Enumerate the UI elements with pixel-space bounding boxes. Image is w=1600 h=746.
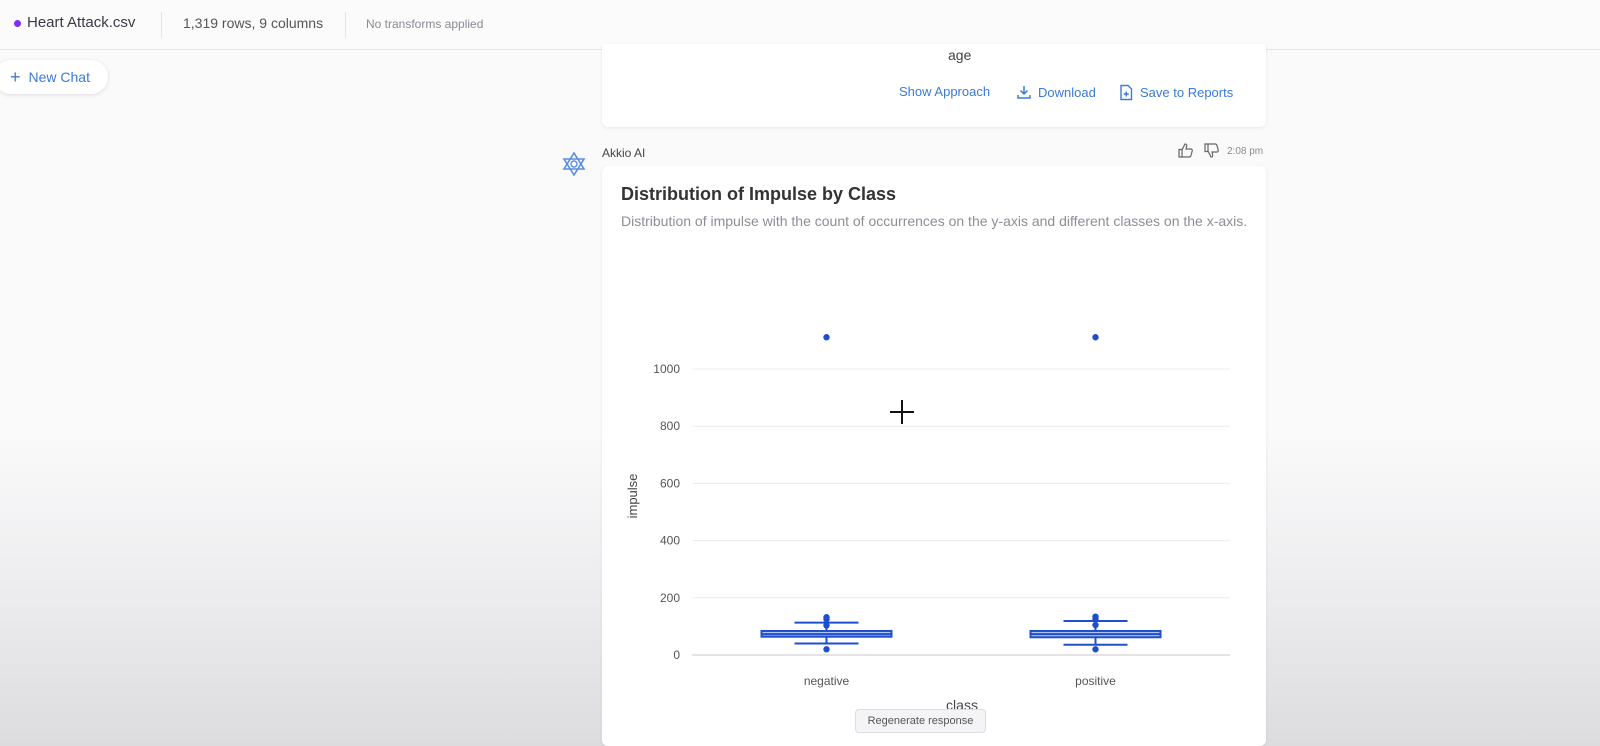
outlier-point xyxy=(1092,621,1099,629)
rows-columns-info: 1,319 rows, 9 columns xyxy=(183,15,324,31)
y-tick-label: 1000 xyxy=(653,362,680,376)
y-tick-label: 200 xyxy=(660,591,680,605)
x-tick-label: negative xyxy=(804,674,850,688)
thumbs-up-icon[interactable] xyxy=(1177,142,1194,159)
chart-gridlines xyxy=(692,368,1230,656)
box-negative xyxy=(760,334,893,653)
thumbs-down-icon[interactable] xyxy=(1203,142,1220,159)
chart-title: Distribution of Impulse by Class xyxy=(621,184,897,204)
box-plot-chart: 0 200 400 600 800 1000 negative positive impul… xyxy=(625,334,1230,713)
outlier-point xyxy=(823,646,830,653)
divider xyxy=(161,12,162,38)
save-to-reports-label: Save to Reports xyxy=(1140,85,1234,100)
new-chat-button[interactable]: + New Chat xyxy=(0,60,108,94)
regenerate-response-button[interactable]: Regenerate response xyxy=(855,709,986,733)
x-tick-label: positive xyxy=(1075,674,1116,688)
plus-icon: + xyxy=(10,67,21,87)
x-axis-ticks: negative positive xyxy=(804,674,1116,688)
file-name[interactable]: Heart Attack.csv xyxy=(27,14,135,31)
divider xyxy=(345,12,346,38)
y-tick-label: 400 xyxy=(660,534,680,548)
chart-description: Distribution of impulse with the count o… xyxy=(621,213,1248,229)
outlier-point xyxy=(1092,334,1099,341)
y-axis-ticks: 0 200 400 600 800 1000 xyxy=(653,362,680,662)
box-positive xyxy=(1029,334,1162,653)
y-axis-label: impulse xyxy=(625,474,640,519)
outlier-point xyxy=(823,614,830,621)
chart-boxes xyxy=(760,334,1162,653)
message-timestamp: 2:08 pm xyxy=(1227,146,1264,157)
new-chat-label: New Chat xyxy=(28,69,90,85)
save-report-icon xyxy=(1120,84,1133,101)
file-status-dot xyxy=(14,20,21,27)
transforms-status: No transforms applied xyxy=(366,17,484,31)
download-label: Download xyxy=(1038,84,1096,100)
outlier-point xyxy=(823,622,830,629)
crosshair-cursor xyxy=(890,400,914,424)
message-author: Akkio AI xyxy=(602,146,646,160)
outlier-point xyxy=(1092,646,1099,653)
y-tick-label: 800 xyxy=(660,419,680,433)
show-approach-button[interactable]: Show Approach xyxy=(899,84,990,99)
outlier-point xyxy=(1092,613,1099,620)
akkio-logo-icon xyxy=(562,151,586,177)
y-tick-label: 600 xyxy=(660,476,680,490)
download-icon xyxy=(1017,86,1031,99)
save-to-reports-button[interactable]: Save to Reports xyxy=(1118,84,1233,101)
previous-chart-axis-label: age xyxy=(948,47,972,63)
show-approach-label: Show Approach xyxy=(899,84,991,99)
outlier-point xyxy=(823,334,830,341)
top-bar: Heart Attack.csv 1,319 rows, 9 columns N… xyxy=(0,0,1600,50)
y-tick-label: 0 xyxy=(673,648,680,662)
download-button[interactable]: Download xyxy=(1016,84,1096,100)
